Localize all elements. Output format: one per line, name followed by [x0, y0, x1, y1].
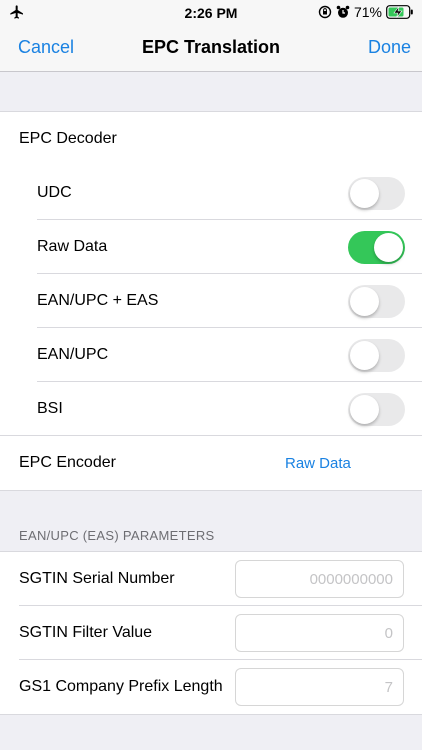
field-label: SGTIN Serial Number: [19, 570, 175, 587]
sgtin-filter-value-row: SGTIN Filter Value: [0, 606, 422, 660]
toggle-knob: [350, 395, 379, 424]
field-label: SGTIN Filter Value: [19, 624, 153, 641]
page-title: EPC Translation: [141, 37, 281, 57]
decoder-option-label: EAN/UPC + EAS: [37, 292, 159, 309]
bsi-toggle[interactable]: [348, 393, 405, 426]
udc-toggle[interactable]: [348, 177, 405, 210]
field-label: GS1 Company Prefix Length: [19, 678, 223, 695]
decoder-option-ean-upc: EAN/UPC: [0, 328, 422, 382]
raw-data-toggle[interactable]: [348, 231, 405, 264]
epc-decoder-header-row: EPC Decoder: [0, 112, 422, 166]
ean-upc-toggle[interactable]: [348, 339, 405, 372]
section-header-parameters: EAN/UPC (EAS) PARAMETERS: [19, 528, 215, 543]
decoder-option-label: EAN/UPC: [37, 346, 109, 363]
epc-encoder-row[interactable]: EPC Encoder Raw Data: [0, 436, 422, 490]
alarm-icon: [336, 5, 350, 18]
decoder-option-label: BSI: [37, 400, 63, 417]
decoder-option-ean-upc-eas: EAN/UPC + EAS: [0, 274, 422, 328]
decoder-option-label: Raw Data: [37, 238, 108, 255]
gs1-company-prefix-length-row: GS1 Company Prefix Length: [0, 660, 422, 714]
epc-encoder-value[interactable]: Raw Data: [285, 455, 351, 472]
sgtin-filter-value-input[interactable]: [235, 614, 404, 652]
decoder-group: EPC Decoder UDC Raw Data EAN/UPC + EAS E…: [0, 111, 422, 491]
epc-decoder-label: EPC Decoder: [19, 130, 117, 147]
toggle-knob: [374, 233, 403, 262]
orientation-lock-icon: [318, 5, 332, 19]
decoder-option-raw-data: Raw Data: [0, 220, 422, 274]
battery-charging-icon: [386, 5, 413, 19]
battery-percent: 71%: [353, 4, 382, 20]
decoder-option-bsi: BSI: [0, 382, 422, 436]
gs1-company-prefix-length-input[interactable]: [235, 668, 404, 706]
toggle-knob: [350, 179, 379, 208]
epc-encoder-label: EPC Encoder: [19, 454, 116, 471]
toggle-knob: [350, 287, 379, 316]
sgtin-serial-number-row: SGTIN Serial Number: [0, 552, 422, 606]
done-button[interactable]: Done: [368, 37, 411, 58]
decoder-option-label: UDC: [37, 184, 72, 201]
status-bar: 2:26 PM 71%: [0, 0, 422, 26]
toggle-knob: [350, 341, 379, 370]
sgtin-serial-number-input[interactable]: [235, 560, 404, 598]
ean-upc-eas-toggle[interactable]: [348, 285, 405, 318]
parameters-group: SGTIN Serial Number SGTIN Filter Value G…: [0, 551, 422, 715]
decoder-option-udc: UDC: [0, 166, 422, 220]
navigation-bar: Cancel EPC Translation Done: [0, 26, 422, 72]
